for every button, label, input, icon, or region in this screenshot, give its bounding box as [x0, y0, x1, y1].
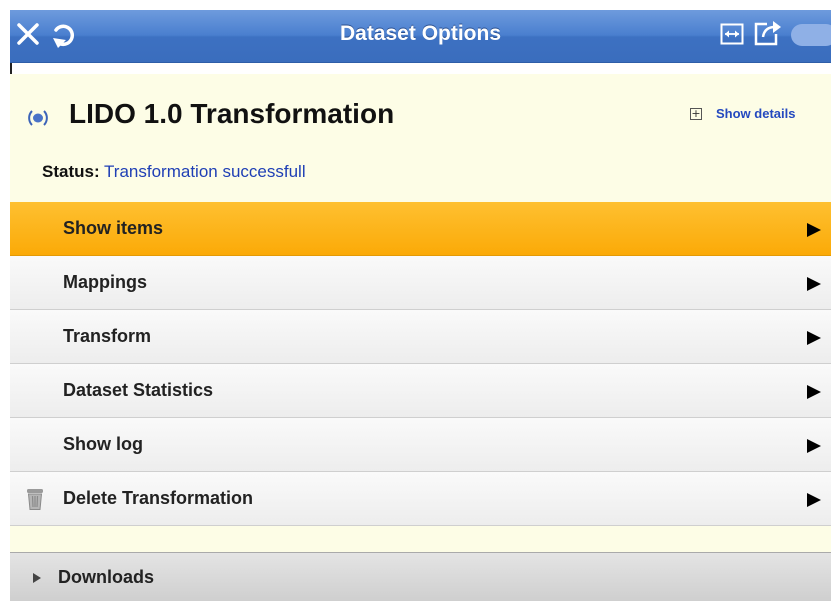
arrow-right-icon — [807, 223, 821, 237]
menu-item-transform[interactable]: Transform — [10, 310, 831, 364]
plus-icon[interactable]: + — [690, 107, 702, 120]
menu-item-label: Dataset Statistics — [63, 380, 214, 400]
disclosure-triangle-icon[interactable] — [33, 573, 41, 583]
show-details-link[interactable]: Show details — [716, 106, 795, 121]
share-icon[interactable] — [753, 19, 783, 47]
menu-item-mappings[interactable]: Mappings — [10, 256, 831, 310]
section-spacer — [10, 526, 831, 553]
menu-item-label: Delete Transformation — [63, 488, 254, 508]
broadcast-icon — [28, 110, 48, 126]
menu-item-label: Transform — [63, 326, 152, 346]
menu-item-delete-transformation[interactable]: Delete Transformation — [10, 472, 831, 526]
title-bar: Dataset Options — [10, 10, 831, 63]
dataset-title: LIDO 1.0 Transformation — [69, 98, 395, 129]
dataset-header: LIDO 1.0 Transformation + Show details S… — [10, 74, 831, 202]
arrow-right-icon — [807, 493, 821, 507]
options-menu: Show items Mappings Transform Dataset St… — [10, 202, 831, 526]
page-title: Dataset Options — [339, 22, 502, 45]
menu-item-label: Show items — [63, 218, 164, 238]
status-value: Transformation successfull — [104, 162, 306, 181]
arrow-right-icon — [807, 385, 821, 399]
menu-item-label: Show log — [63, 434, 143, 454]
arrow-right-icon — [807, 331, 821, 345]
status-line: Status: Transformation successfull — [42, 162, 306, 182]
menu-item-label: Mappings — [63, 272, 147, 292]
menu-item-show-items[interactable]: Show items — [10, 202, 831, 256]
expand-icon[interactable] — [720, 22, 744, 46]
downloads-label: Downloads — [58, 567, 155, 587]
menu-item-show-log[interactable]: Show log — [10, 418, 831, 472]
divider — [10, 63, 12, 74]
status-label: Status: — [42, 162, 100, 181]
menu-item-dataset-statistics[interactable]: Dataset Statistics — [10, 364, 831, 418]
downloads-section[interactable]: Downloads — [10, 553, 831, 601]
arrow-right-icon — [807, 277, 821, 291]
toggle-pill[interactable] — [791, 24, 831, 46]
trash-icon — [27, 489, 43, 510]
arrow-right-icon — [807, 439, 821, 453]
show-details[interactable]: + Show details — [690, 106, 795, 121]
